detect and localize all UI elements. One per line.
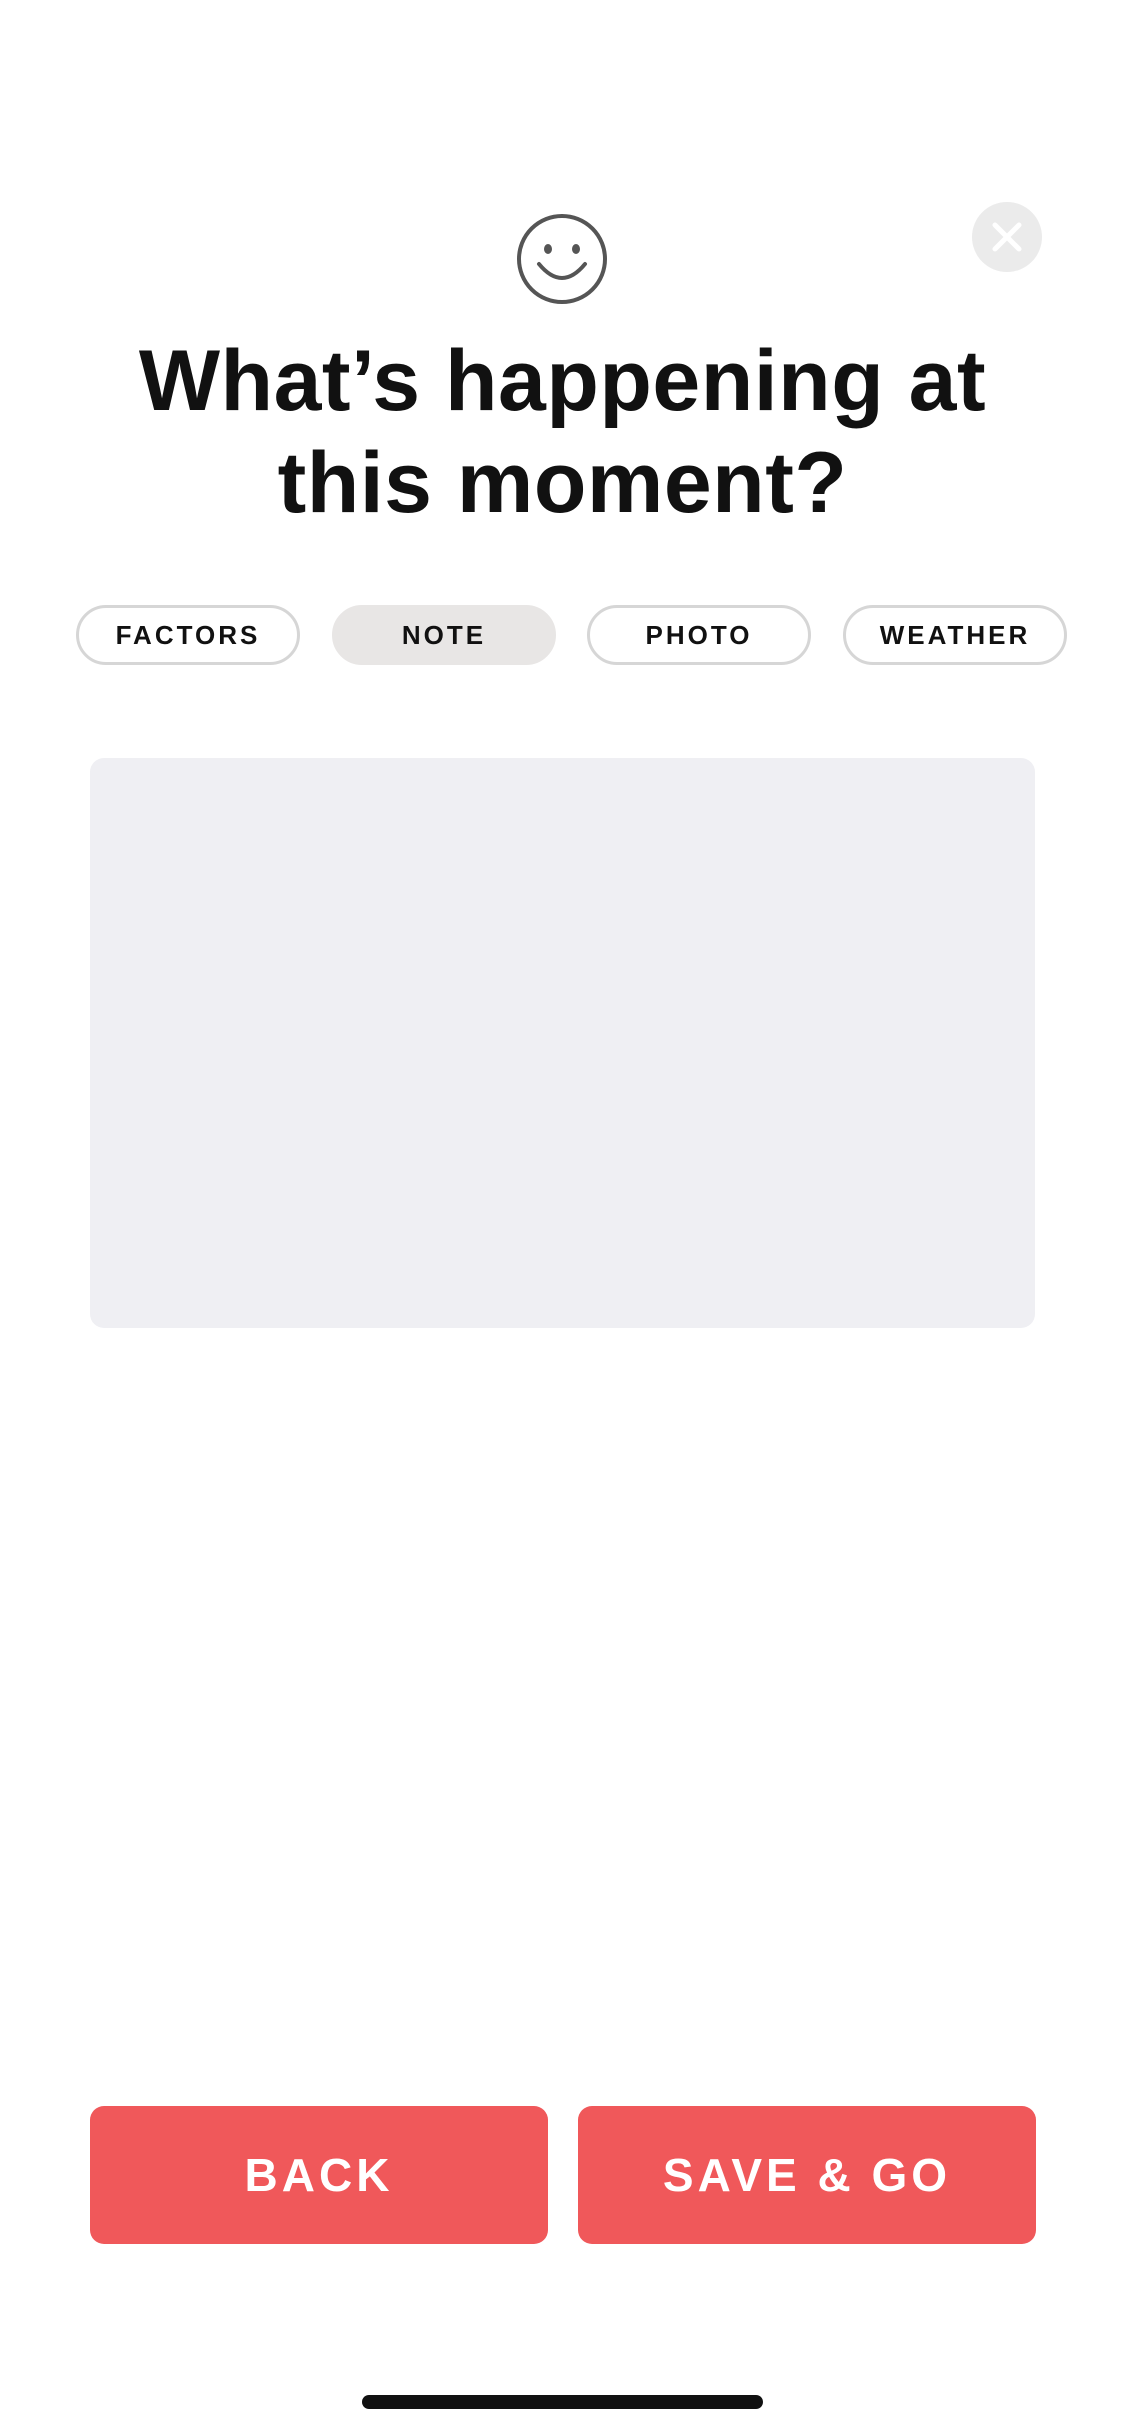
tab-weather[interactable]: WEATHER	[843, 605, 1067, 665]
note-input[interactable]	[90, 758, 1035, 1328]
tab-factors[interactable]: FACTORS	[76, 605, 300, 665]
save-and-go-button[interactable]: SAVE & GO	[578, 2106, 1036, 2244]
close-icon	[992, 222, 1022, 252]
back-button[interactable]: BACK	[90, 2106, 548, 2244]
tab-photo[interactable]: PHOTO	[587, 605, 811, 665]
page-title: What’s happening at this moment?	[138, 333, 987, 531]
smiley-face-icon	[517, 214, 607, 304]
home-indicator[interactable]	[362, 2395, 763, 2409]
tab-bar: FACTORS NOTE PHOTO WEATHER	[76, 605, 1068, 665]
tab-note[interactable]: NOTE	[332, 605, 556, 665]
close-button[interactable]	[972, 202, 1042, 272]
